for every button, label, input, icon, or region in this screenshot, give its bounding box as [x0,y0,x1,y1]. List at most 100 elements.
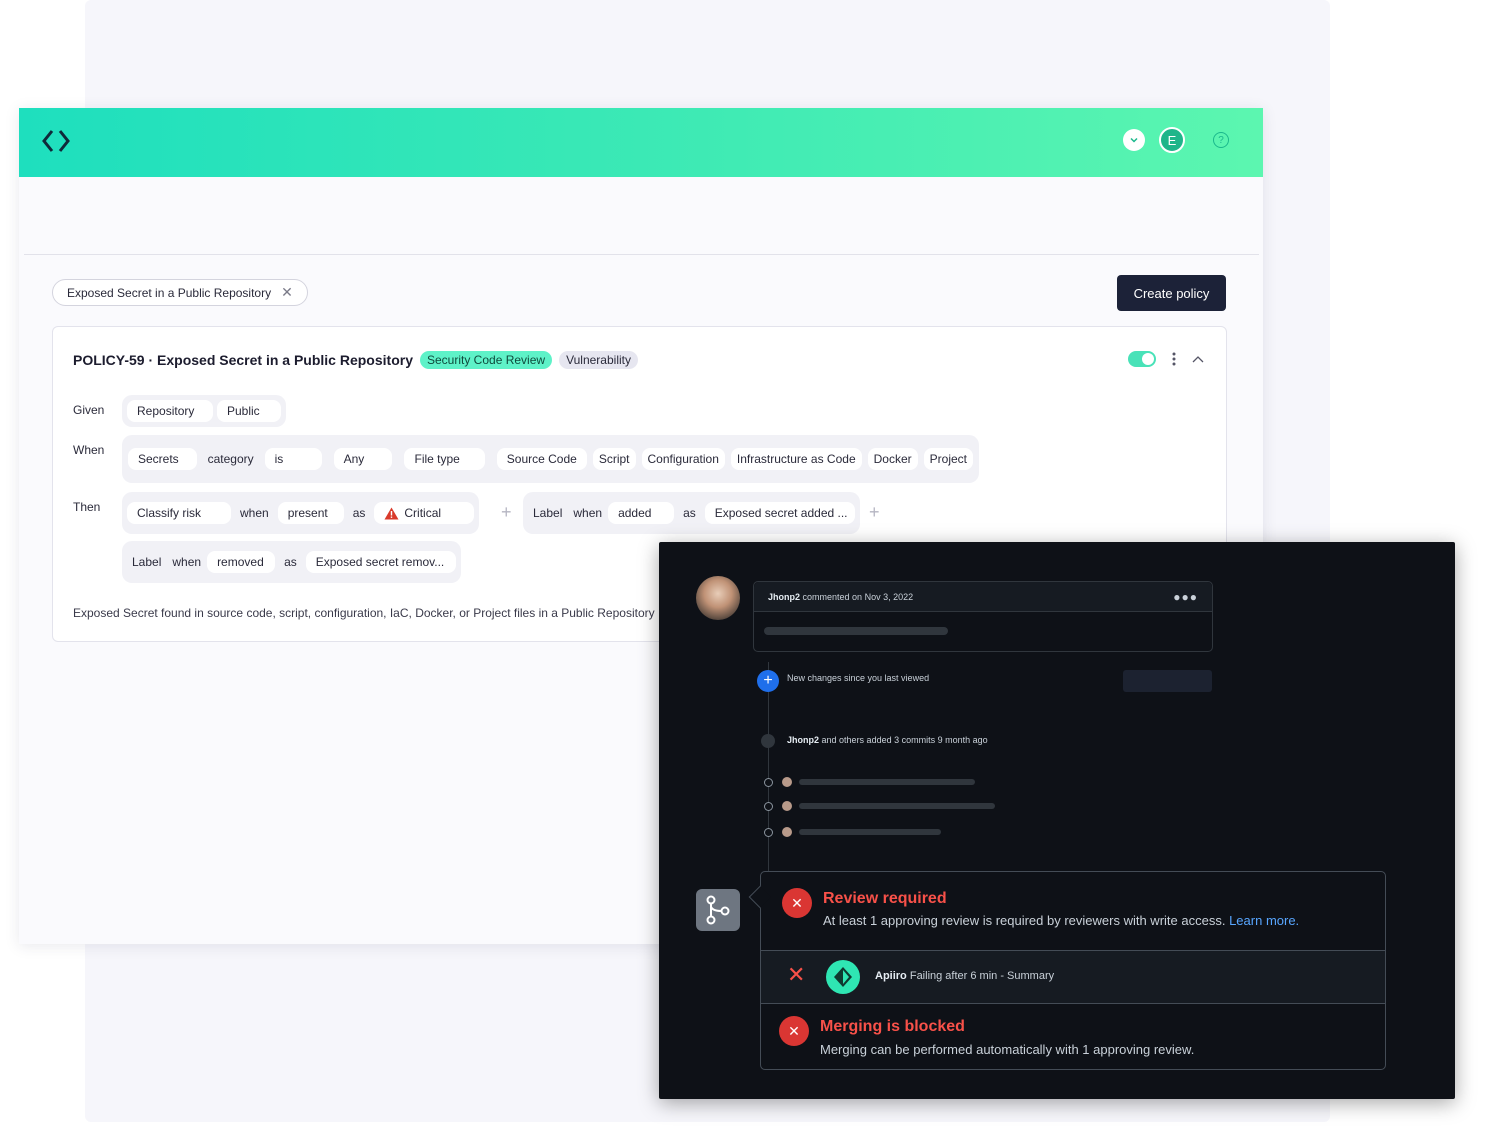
review-required-text: At least 1 approving review is required … [823,913,1226,928]
learn-more-link[interactable]: Learn more. [1229,913,1299,928]
comment-placeholder [764,627,948,635]
divider [761,1003,1385,1004]
check-name: Apiiro [875,970,907,982]
merge-blocked-icon: ✕ [779,1016,809,1046]
add-action-icon[interactable]: + [869,502,880,523]
action-critical[interactable]: Critical [374,502,475,524]
top-bar: E ? [19,108,1263,177]
comment-meta: Jhonp2 commented on Nov 3, 2022 [768,592,913,602]
new-changes-text: New changes since you last viewed [787,673,930,683]
comment-box: Jhonp2 commented on Nov 3, 2022 ●●● [753,581,1213,652]
commenter-avatar[interactable] [696,576,740,620]
when-any[interactable]: Any [333,448,393,470]
tag-vulnerability: Vulnerability [559,351,638,369]
action-2-added[interactable]: added [608,502,675,524]
warning-icon [384,507,399,519]
card-actions [1128,351,1204,367]
policy-title: POLICY-59 · Exposed Secret in a Public R… [73,352,413,368]
merging-blocked-subtitle: Merging can be performed automatically w… [820,1042,1195,1057]
type-project[interactable]: Project [923,448,973,470]
apiiro-logo-icon [826,960,860,994]
action-2-when-word: when [573,506,603,520]
close-icon[interactable]: ✕ [281,284,293,301]
policy-header: POLICY-59 · Exposed Secret in a Public R… [73,351,638,369]
type-docker[interactable]: Docker [867,448,918,470]
view-changes-button[interactable] [1123,670,1212,692]
commit-author-avatar [782,777,792,787]
action-2-label-word: Label [533,506,563,520]
divider [761,950,1385,951]
divider [24,254,1259,255]
given-public[interactable]: Public [217,400,281,422]
action-critical-label: Critical [404,506,442,520]
action-as-word: as [352,506,366,520]
given-repository[interactable]: Repository [127,400,213,422]
action-present[interactable]: present [277,502,344,524]
when-group: Secrets category is Any File type Source… [122,435,979,483]
then-action-1: Classify risk when present as Critical [122,492,480,534]
when-secrets[interactable]: Secrets [128,448,197,470]
commit-node [764,802,773,811]
review-required-title: Review required [823,890,947,907]
comment-user[interactable]: Jhonp2 [768,592,800,602]
then-action-3: Label when removed as Exposed secret rem… [122,541,461,583]
commit-author-avatar [782,827,792,837]
pull-request-panel: Jhonp2 commented on Nov 3, 2022 ●●● + Ne… [659,542,1455,1099]
create-policy-button[interactable]: Create policy [1117,275,1226,311]
comment-meta-text: commented on Nov 3, 2022 [802,591,914,602]
then-action-2: Label when added as Exposed secret added… [523,492,860,534]
policy-enabled-toggle[interactable] [1128,351,1156,367]
logo-icon[interactable] [41,126,71,156]
plus-icon[interactable]: + [757,670,779,692]
timeline-line [768,662,769,874]
stage: E ? Exposed Secret in a Public Repositor… [0,0,1493,1128]
tag-security-code-review: Security Code Review [420,351,553,369]
when-file-type[interactable]: File type [404,448,485,470]
check-status: Failing after 6 min - Summary [909,970,1055,982]
commit-placeholder [799,803,995,809]
action-classify-risk[interactable]: Classify risk [127,502,231,524]
commit-placeholder [799,779,975,785]
chevron-up-icon[interactable] [1192,355,1204,363]
commit-icon [761,734,775,748]
top-bar-icons: E ? [1123,127,1229,153]
type-script[interactable]: Script [592,448,636,470]
action-2-label-value[interactable]: Exposed secret added ... [704,502,855,524]
add-action-icon[interactable]: + [501,502,512,523]
user-avatar[interactable]: E [1159,127,1185,153]
chevron-down-icon[interactable] [1123,129,1145,151]
then-label: Then [73,500,101,514]
when-label: When [73,443,105,457]
comment-header: Jhonp2 commented on Nov 3, 2022 ●●● [754,582,1212,612]
action-3-label-value[interactable]: Exposed secret remov... [305,551,456,573]
more-options-icon[interactable] [1172,352,1176,366]
commit-node [764,828,773,837]
merging-blocked-title: Merging is blocked [820,1018,965,1035]
commit-author-avatar [782,801,792,811]
git-merge-icon [696,889,740,931]
policy-description: Exposed Secret found in source code, scr… [73,606,655,620]
review-failed-icon: ✕ [782,888,812,918]
comment-options-icon[interactable]: ●●● [1173,590,1198,604]
filter-chip[interactable]: Exposed Secret in a Public Repository ✕ [52,279,308,306]
commit-placeholder [799,829,941,835]
commits-meta: and others added 3 commits 9 month ago [821,735,988,745]
type-source-code[interactable]: Source Code [496,448,587,470]
help-icon[interactable]: ? [1213,132,1229,148]
given-label: Given [73,403,105,417]
given-group: Repository Public [122,395,286,427]
when-is[interactable]: is [264,448,322,470]
review-required-subtitle: At least 1 approving review is required … [823,913,1299,928]
check-failed-icon: ✕ [787,962,806,987]
commits-user[interactable]: Jhonp2 [787,735,819,745]
type-configuration[interactable]: Configuration [641,448,725,470]
action-when-word: when [240,506,269,520]
action-2-as-word: as [683,506,696,520]
filter-chip-label: Exposed Secret in a Public Repository [67,285,272,300]
apiiro-check[interactable]: Apiiro Failing after 6 min - Summary [875,970,1054,982]
commit-node [764,778,773,787]
commits-text: Jhonp2 and others added 3 commits 9 mont… [787,735,988,745]
action-3-removed[interactable]: removed [207,551,276,573]
action-3-when-word: when [172,555,202,569]
type-infrastructure-as-code[interactable]: Infrastructure as Code [730,448,862,470]
